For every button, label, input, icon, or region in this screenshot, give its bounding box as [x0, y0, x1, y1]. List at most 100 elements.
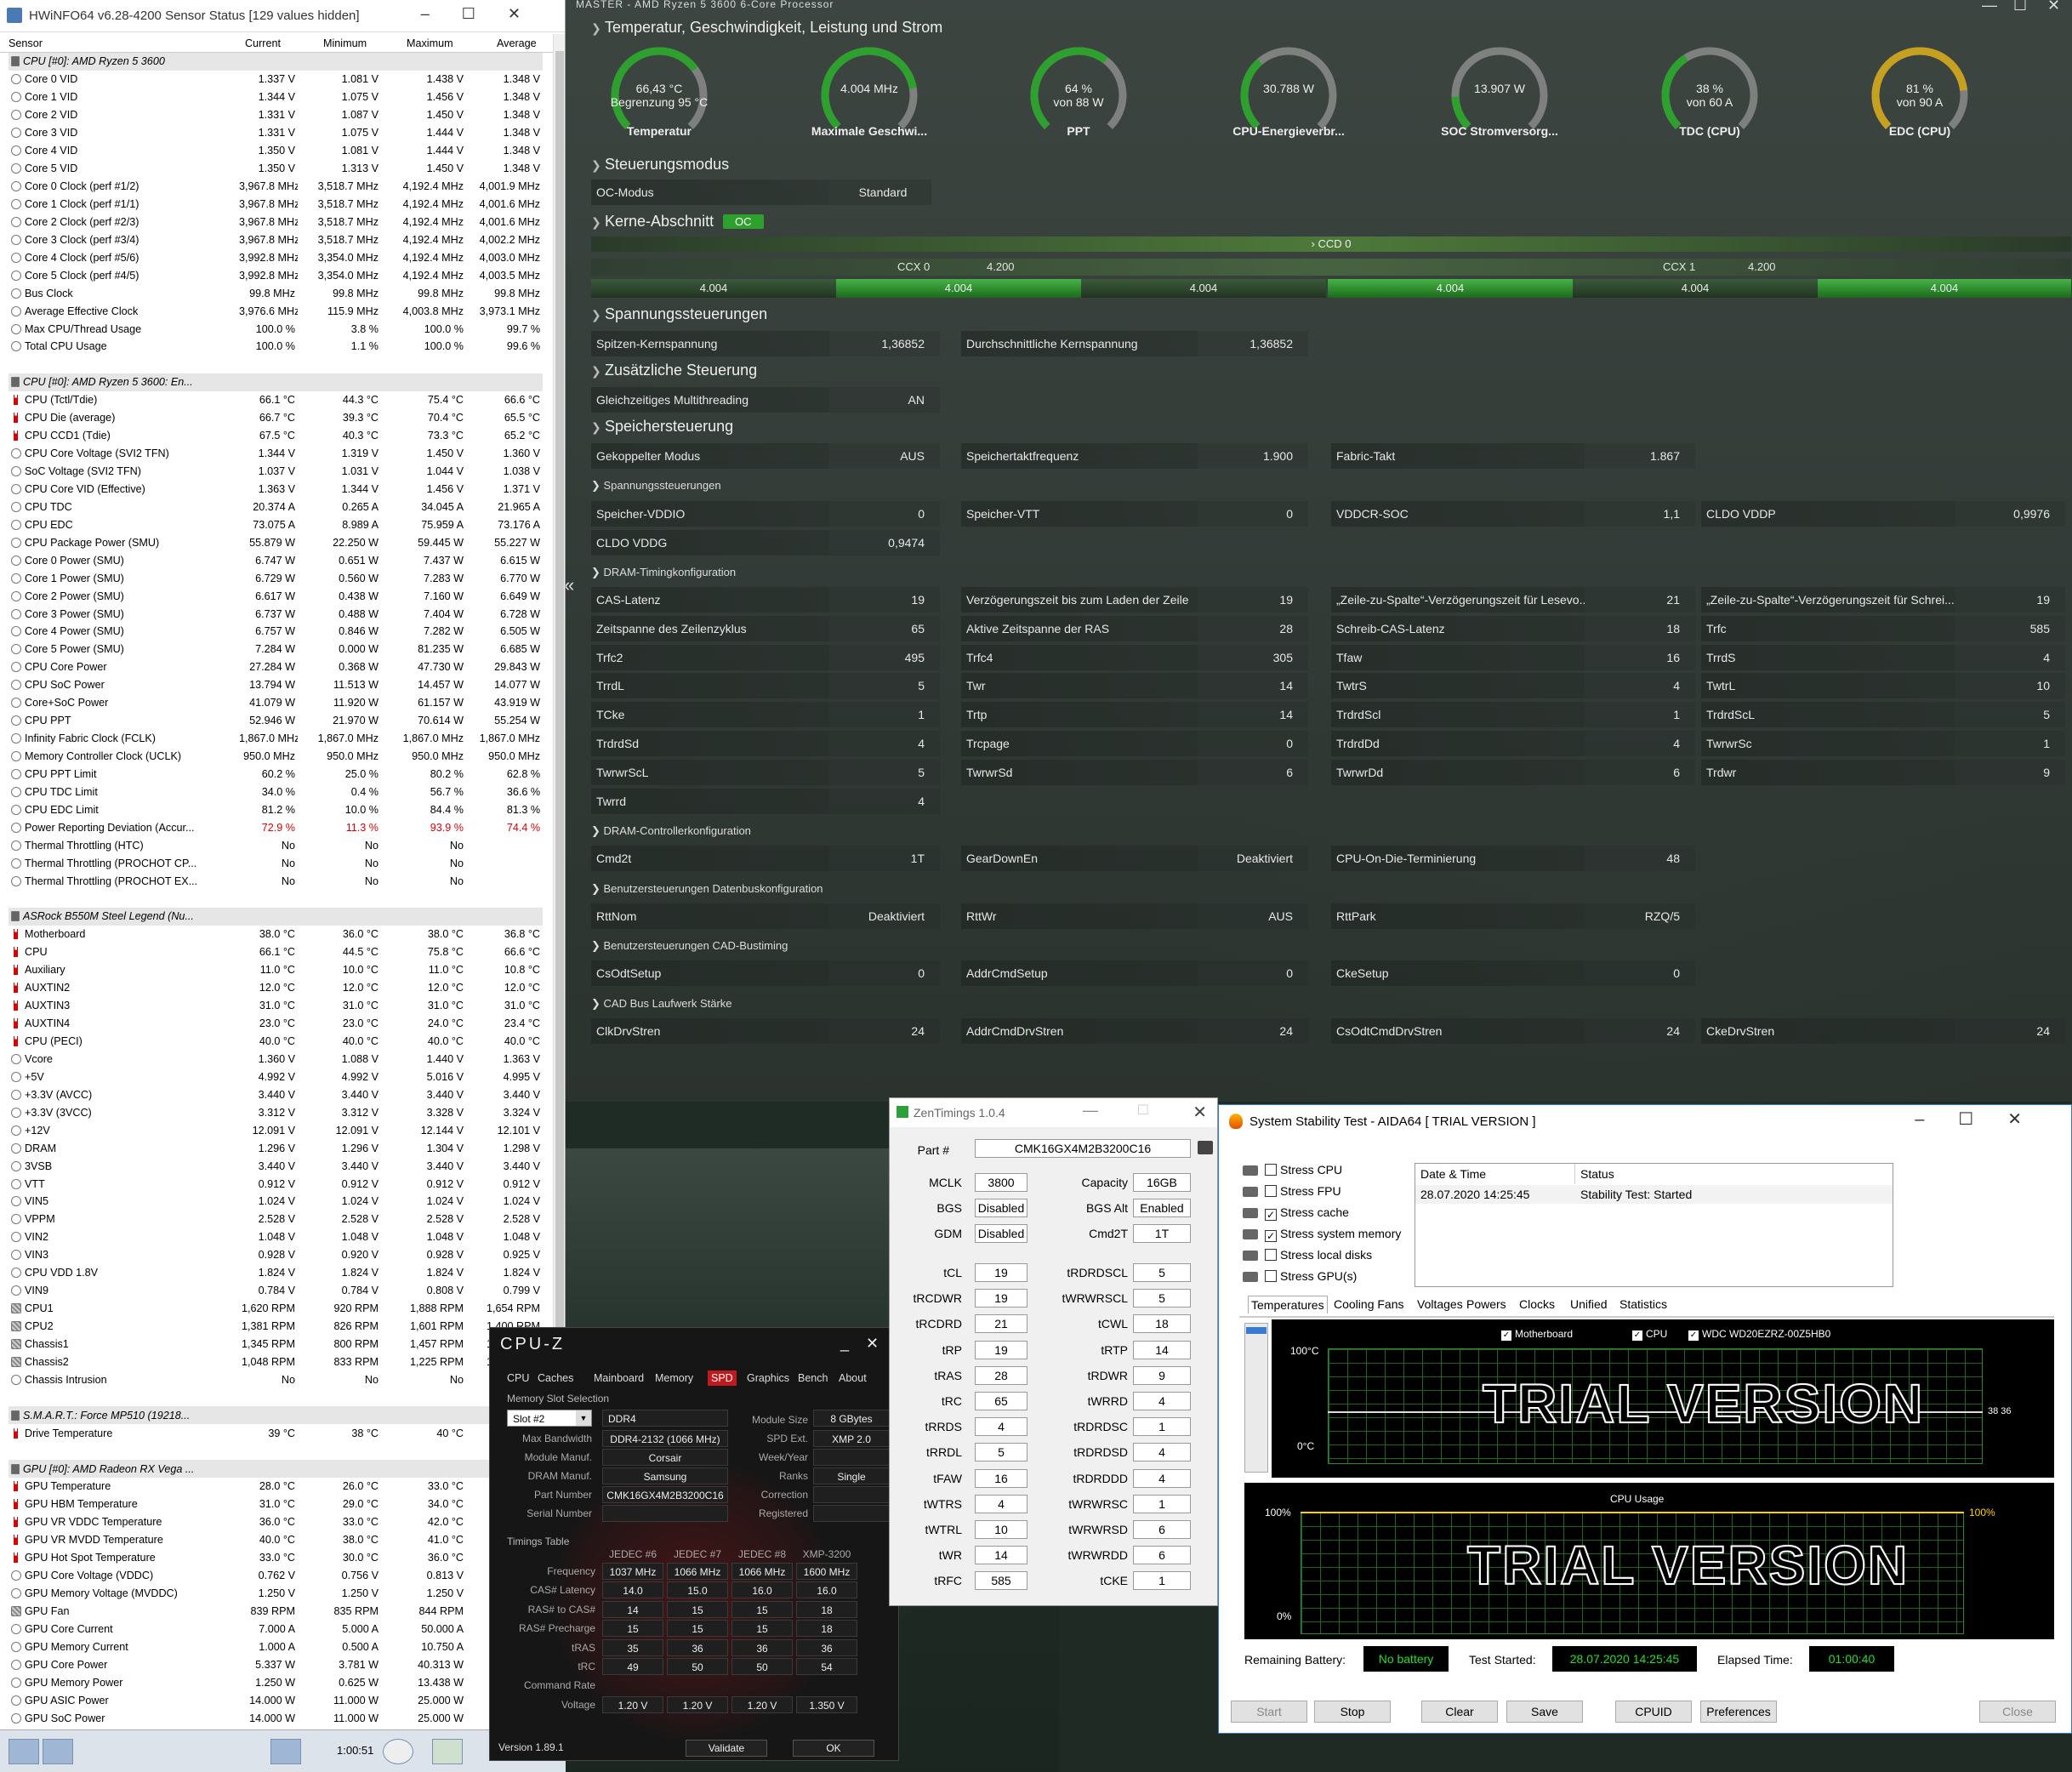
sensor-row[interactable]: AUXTIN4 23.0 °C 23.0 °C 24.0 °C 23.4 °C — [9, 1015, 543, 1033]
sensor-row[interactable]: Core 5 Power (SMU) 7.284 W 0.000 W 81.235 W… — [9, 641, 543, 658]
sensor-group-header[interactable]: CPU [#0]: AMD Ryzen 5 3600: En... — [9, 373, 544, 391]
window-controls[interactable]: –☐✕ — [421, 5, 553, 23]
sensor-row[interactable]: CPU TDC 20.374 A 0.265 A 34.045 A 21.965 A — [9, 498, 543, 516]
nav-right-arrow-icon[interactable] — [43, 1739, 73, 1764]
stress-checkbox-1[interactable]: Stress FPU — [1265, 1184, 1341, 1198]
timing-r5-value-3[interactable]: 1 — [1955, 731, 2065, 756]
sensor-row[interactable]: Power Reporting Deviation (Accur... 72.9 … — [9, 818, 543, 836]
timing-r4-value-2[interactable]: 1 — [1585, 702, 1695, 728]
stress-checkbox-4[interactable]: Stress local disks — [1265, 1248, 1372, 1262]
sensor-row[interactable]: Drive Temperature 39 °C 38 °C 40 °C — [9, 1424, 543, 1442]
report-icon[interactable] — [432, 1739, 463, 1764]
tab-bench[interactable]: Bench — [794, 1370, 831, 1386]
timing-r6-value-3[interactable]: 9 — [1955, 759, 2065, 785]
core-1[interactable]: 4.004 — [836, 279, 1081, 298]
smt-value-0[interactable]: AN — [829, 387, 940, 413]
legend-disk-checkbox[interactable]: ✓ — [1688, 1330, 1699, 1341]
core-0[interactable]: 4.004 — [591, 279, 836, 298]
checkbox[interactable]: ✓ — [1265, 1230, 1277, 1242]
sensor-group-header[interactable]: GPU [#0]: AMD Radeon RX Vega ... — [9, 1460, 544, 1478]
sensor-row[interactable]: +12V 12.091 V 12.091 V 12.144 V 12.101 V — [9, 1121, 543, 1139]
sensor-row[interactable]: +3.3V (AVCC) 3.440 V 3.440 V 3.440 V 3.440 V — [9, 1085, 543, 1103]
sensor-row[interactable]: GPU Hot Spot Temperature 33.0 °C 30.0 °C 36… — [9, 1549, 543, 1567]
sensor-row[interactable]: Core 0 Clock (perf #1/2) 3,967.8 MHz 3,518… — [9, 178, 543, 196]
sensor-row[interactable]: CPU Core Voltage (SVI2 TFN) 1.344 V 1.319 … — [9, 445, 543, 463]
tab-unified[interactable]: Unified — [1568, 1296, 1610, 1313]
tab-spd[interactable]: SPD — [708, 1370, 737, 1386]
col-minimum[interactable]: Minimum — [323, 37, 367, 49]
cad-drive-value-3[interactable]: 24 — [1955, 1018, 2065, 1044]
tab-powers[interactable]: Powers — [1464, 1296, 1509, 1313]
sensor-row[interactable]: CPU1 1,620 RPM 920 RPM 1,888 RPM 1,654 RPM — [9, 1300, 543, 1318]
sensor-row[interactable]: Core 0 VID 1.337 V 1.081 V 1.438 V 1.348 V — [9, 71, 543, 88]
sensor-row[interactable]: CPU EDC 73.075 A 8.989 A 75.959 A 73.176 A — [9, 516, 543, 533]
sensor-row[interactable]: Core 5 Clock (perf #4/5) 3,992.8 MHz 3,354… — [9, 266, 543, 284]
sensor-row[interactable]: CPU CCD1 (Tdie) 67.5 °C 40.3 °C 73.3 °C 65.2… — [9, 427, 543, 445]
maximize-button[interactable]: ☐ — [2013, 0, 2027, 14]
graph-scroll[interactable] — [1244, 1323, 1268, 1473]
cad-drive-value-1[interactable]: 24 — [1198, 1018, 1308, 1044]
minimize-button[interactable]: _ — [840, 1335, 849, 1353]
start-button[interactable]: Start — [1231, 1701, 1307, 1723]
sensor-row[interactable]: AUXTIN3 31.0 °C 31.0 °C 31.0 °C 31.0 °C — [9, 997, 543, 1015]
mem-voltage-value-3[interactable]: 0,9976 — [1955, 501, 2065, 527]
network-icon[interactable] — [270, 1739, 301, 1764]
sensor-row[interactable]: Core 3 Power (SMU) 6.737 W 0.488 W 7.404 W 6… — [9, 605, 543, 623]
core-3[interactable]: 4.004 — [1328, 279, 1573, 298]
sensor-row[interactable]: CPU (PECI) 40.0 °C 40.0 °C 40.0 °C 40.0 °C — [9, 1033, 543, 1051]
maximize-button[interactable]: ☐ — [1137, 1102, 1149, 1119]
sensor-row[interactable]: CPU PPT Limit 60.2 % 25.0 % 80.2 % 62.8 % — [9, 766, 543, 783]
nav-left-arrow-icon[interactable] — [9, 1739, 39, 1764]
sensor-row[interactable]: SoC Voltage (SVI2 TFN) 1.037 V 1.031 V 1.04… — [9, 463, 543, 481]
cad-drive-value-2[interactable]: 24 — [1585, 1018, 1695, 1044]
timing-r0-value-2[interactable]: 21 — [1585, 587, 1695, 613]
databus-value-2[interactable]: RZQ/5 — [1585, 903, 1695, 929]
checkbox[interactable] — [1265, 1185, 1277, 1197]
timing-r1-value-1[interactable]: 28 — [1198, 615, 1308, 641]
sensor-row[interactable]: CPU SoC Power 13.794 W 11.513 W 14.457 W 14.… — [9, 676, 543, 694]
core-5[interactable]: 4.004 — [1818, 279, 2071, 298]
timing-r0-value-3[interactable]: 19 — [1955, 587, 2065, 613]
memory-value-1[interactable]: 1.900 — [1198, 443, 1308, 469]
screenshot-icon[interactable] — [1198, 1141, 1213, 1154]
mem-voltage-value-1[interactable]: 0 — [1198, 501, 1308, 527]
checkbox[interactable] — [1265, 1164, 1277, 1176]
subsection-dram-controller[interactable]: ❯ DRAM-Controllerkonfiguration — [591, 824, 751, 838]
timing-r1-value-2[interactable]: 18 — [1585, 615, 1695, 641]
sensor-row[interactable]: VIN9 0.784 V 0.784 V 0.808 V 0.799 V — [9, 1282, 543, 1300]
tab-voltages[interactable]: Voltages — [1415, 1296, 1466, 1313]
voltage-value-0[interactable]: 1,36852 — [829, 331, 940, 356]
sensor-row[interactable]: Core 4 Clock (perf #5/6) 3,992.8 MHz 3,354… — [9, 248, 543, 266]
section-voltage[interactable]: ❯ Spannungssteuerungen — [591, 305, 767, 323]
voltage-value-1[interactable]: 1,36852 — [1198, 331, 1308, 356]
stress-checkbox-2[interactable]: ✓ Stress cache — [1265, 1205, 1349, 1221]
sensor-row[interactable]: Thermal Throttling (PROCHOT CP... No No No — [9, 854, 543, 872]
tab-about[interactable]: About — [835, 1370, 870, 1386]
sensor-row[interactable]: Core 3 VID 1.331 V 1.075 V 1.444 V 1.348 V — [9, 124, 543, 142]
sensor-row[interactable]: VIN3 0.928 V 0.920 V 0.928 V 0.925 V — [9, 1246, 543, 1264]
sensor-row[interactable]: Chassis Intrusion No No No — [9, 1370, 543, 1388]
stress-checkbox-0[interactable]: Stress CPU — [1265, 1163, 1342, 1177]
tab-caches[interactable]: Caches — [534, 1370, 577, 1386]
sensor-row[interactable]: GPU ASIC Power14.000 W11.000 W25.000 W14… — [9, 1691, 543, 1709]
sensor-row[interactable]: AUXTIN2 12.0 °C 12.0 °C 12.0 °C 12.0 °C — [9, 979, 543, 997]
save-button[interactable]: Save — [1506, 1701, 1583, 1723]
sensor-group-header[interactable]: ASRock B550M Steel Legend (Nu... — [9, 908, 544, 926]
core-4[interactable]: 4.004 — [1573, 279, 1818, 298]
tab-memory[interactable]: Memory — [652, 1370, 697, 1386]
tab-temperatures[interactable]: Temperatures — [1248, 1296, 1328, 1313]
section-temperature[interactable]: ❯ Temperatur, Geschwindigkeit, Leistung u… — [591, 19, 942, 37]
sensor-row[interactable]: GPU SoC Power14.000 W11.000 W25.000 W14.… — [9, 1709, 543, 1727]
sensor-row[interactable]: Bus Clock 99.8 MHz 99.8 MHz 99.8 MHz 99.8 MH… — [9, 284, 543, 302]
sensor-row[interactable]: Chassis11,345 RPM800 RPM1,457 RPM1,357 R… — [9, 1336, 543, 1353]
section-memory[interactable]: ❯ Speichersteuerung — [591, 418, 733, 436]
timing-r0-value-0[interactable]: 19 — [829, 587, 940, 613]
tab-mainboard[interactable]: Mainboard — [590, 1370, 647, 1386]
sensor-row[interactable]: Core 0 Power (SMU) 6.747 W 0.651 W 7.437 W 6… — [9, 551, 543, 569]
core-2[interactable]: 4.004 — [1081, 279, 1326, 298]
checkbox[interactable]: ✓ — [1265, 1209, 1277, 1221]
timing-r7-value-0[interactable]: 4 — [829, 788, 940, 814]
preferences-button[interactable]: Preferences — [1700, 1701, 1777, 1723]
sensor-row[interactable]: Max CPU/Thread Usage 100.0 % 3.8 % 100.0 % 9… — [9, 320, 543, 338]
col-date-time[interactable]: Date & Time — [1415, 1164, 1575, 1184]
